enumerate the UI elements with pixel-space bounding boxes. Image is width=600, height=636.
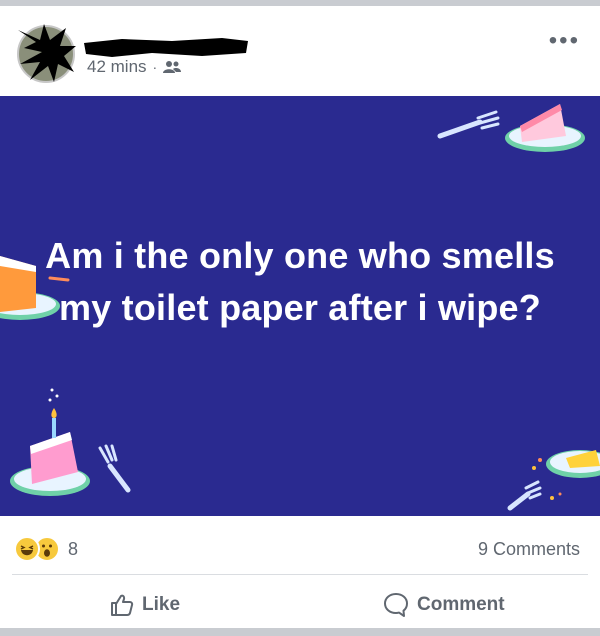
post-actions: Like Comment [0, 588, 600, 622]
divider [12, 574, 588, 575]
post-meta: 42 mins · [87, 56, 182, 78]
post-card: 42 mins · ••• Am i the only one who smel… [0, 6, 600, 628]
post-banner: Am i the only one who smells my toilet p… [0, 96, 600, 516]
comment-button[interactable]: Comment [383, 588, 505, 622]
comment-bubble-icon [384, 593, 408, 617]
friends-icon [163, 61, 182, 73]
comments-count-link[interactable]: 9 Comments [478, 536, 580, 562]
post-text: Am i the only one who smells my toilet p… [45, 235, 555, 328]
like-button[interactable]: Like [110, 588, 180, 622]
post-options-button[interactable]: ••• [549, 29, 580, 53]
reactions-summary[interactable]: 8 [14, 536, 78, 562]
post-timestamp[interactable]: 42 mins [87, 57, 147, 77]
reaction-count: 8 [68, 538, 79, 559]
meta-separator: · [152, 59, 158, 75]
like-label: Like [142, 594, 181, 615]
avatar[interactable] [14, 22, 78, 86]
thumbs-up-icon [111, 594, 134, 616]
haha-reaction-icon [14, 536, 40, 562]
comment-label: Comment [417, 594, 505, 615]
